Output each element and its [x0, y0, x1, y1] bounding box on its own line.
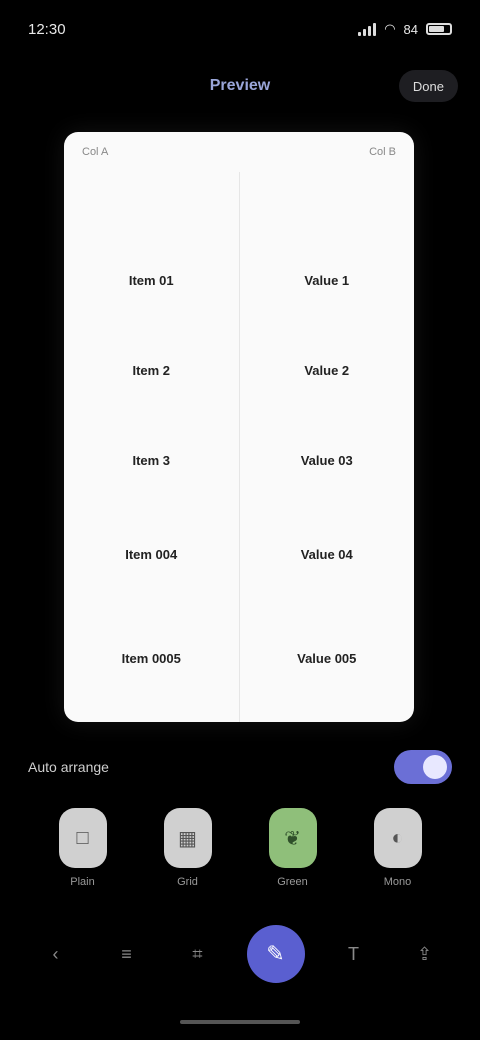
option-green[interactable]: ❦ Green	[253, 808, 333, 912]
preview-header-left: Col A	[82, 146, 109, 158]
options-row: □ Plain ▦ Grid ❦ Green ◐ Mono	[0, 808, 480, 912]
preview-cell[interactable]: Value 2	[240, 350, 415, 390]
preview-column-left: Item 01 Item 2 Item 3 Item 004 Item 0005	[64, 172, 240, 722]
option-label: Green	[277, 876, 308, 888]
preview-cell[interactable]: Item 0005	[64, 638, 239, 678]
preview-header: Col A Col B	[64, 132, 414, 158]
status-right: ◠ 84	[358, 21, 452, 37]
preview-column-right: Value 1 Value 2 Value 03 Value 04 Value …	[240, 172, 415, 722]
option-plain[interactable]: □ Plain	[43, 808, 123, 912]
contrast-icon: ◐	[373, 808, 422, 868]
toolbar-row: Auto arrange	[0, 738, 480, 796]
preview-cell[interactable]: Item 3	[64, 440, 239, 480]
option-label: Mono	[383, 876, 412, 888]
square-icon: □	[58, 808, 107, 868]
preview-frame[interactable]: Col A Col B Item 01 Item 2 Item 3 Item 0…	[64, 132, 414, 722]
status-bar: 12:30 ◠ 84	[0, 0, 480, 58]
preview-cell[interactable]: Value 03	[240, 440, 415, 480]
preview-header-right: Col B	[369, 146, 396, 158]
layers-icon[interactable]: ≡	[105, 932, 149, 976]
signal-icon	[358, 22, 377, 36]
preview-cell[interactable]: Item 01	[64, 260, 239, 300]
edit-icon[interactable]: ✎	[246, 925, 305, 983]
option-label: Plain	[70, 876, 95, 888]
text-icon[interactable]: T	[332, 932, 376, 976]
page-title: Preview	[209, 77, 271, 94]
option-mono[interactable]: ◐ Mono	[358, 808, 438, 912]
crop-icon[interactable]: ⌗	[176, 932, 220, 976]
preview-cell[interactable]: Item 2	[64, 350, 239, 390]
done-button[interactable]: Done	[398, 70, 458, 102]
option-label: Grid	[177, 876, 198, 888]
preview-cell[interactable]: Item 004	[64, 534, 239, 574]
toolbar-label: Auto arrange	[28, 759, 109, 775]
bottom-nav: ‹ ≡ ⌗ ✎ T ⇪	[0, 918, 480, 990]
preview-columns: Item 01 Item 2 Item 3 Item 004 Item 0005…	[64, 172, 414, 722]
option-grid[interactable]: ▦ Grid	[148, 808, 228, 912]
leaf-icon: ❦	[268, 808, 317, 868]
wifi-icon: ◠	[384, 21, 396, 36]
status-left: 12:30	[28, 21, 66, 38]
preview-cell[interactable]: Value 005	[240, 638, 415, 678]
top-bar: Preview Done	[0, 58, 480, 114]
preview-cell[interactable]: Value 04	[240, 534, 415, 574]
status-time: 12:30	[28, 20, 66, 38]
auto-arrange-toggle[interactable]	[394, 750, 452, 784]
battery-icon	[426, 23, 452, 35]
grid-icon: ▦	[163, 808, 212, 868]
preview-cell[interactable]: Value 1	[240, 260, 415, 300]
share-icon[interactable]: ⇪	[403, 932, 447, 976]
home-indicator[interactable]	[180, 1020, 300, 1024]
battery-text: 84	[403, 21, 418, 37]
back-icon[interactable]: ‹	[34, 932, 78, 976]
